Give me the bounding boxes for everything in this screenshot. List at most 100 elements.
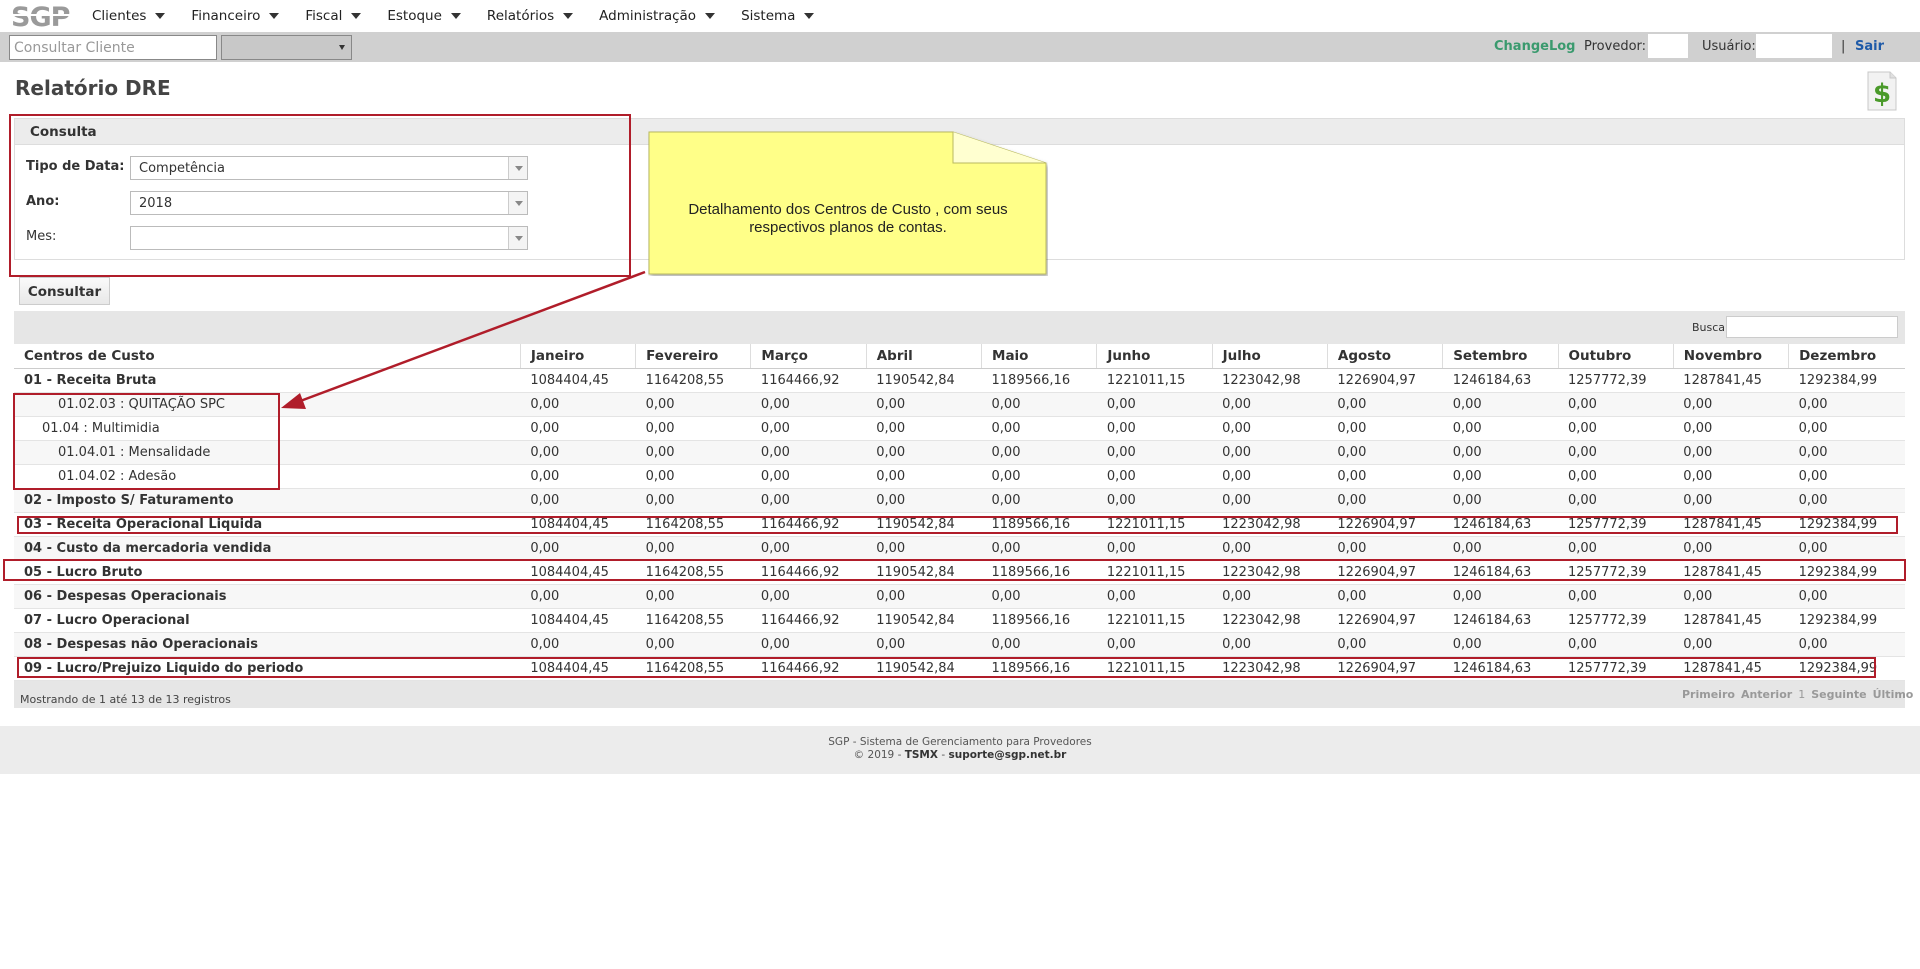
table-row: 01.02.03 : QUITAÇÃO SPC 0,00 0,00 0,00 0,00 0… — [14, 392, 1905, 417]
month-value: 0,00 — [1442, 536, 1558, 561]
col-header-month[interactable]: Junho — [1096, 344, 1213, 369]
month-value: 1292384,99 — [1788, 368, 1905, 393]
page-title: Relatório DRE — [15, 76, 171, 100]
month-value: 0,00 — [1327, 584, 1443, 609]
annotation-box-consulta — [9, 114, 631, 277]
month-value: 0,00 — [866, 416, 982, 441]
pagination-page[interactable]: 1 — [1798, 688, 1805, 701]
col-header-month[interactable]: Julho — [1212, 344, 1328, 369]
month-value: 0,00 — [635, 536, 751, 561]
month-value: 0,00 — [1558, 440, 1674, 465]
table-row: 01.04.02 : Adesão 0,00 0,00 0,00 0,00 0,00 0,0… — [14, 464, 1905, 489]
col-header-month[interactable]: Fevereiro — [635, 344, 752, 369]
menu-label: Clientes — [92, 8, 147, 24]
table-row: 06 - Despesas Operacionais 0,00 0,00 0,00 0,… — [14, 584, 1905, 609]
consultar-button[interactable]: Consultar — [19, 277, 110, 305]
annotation-box-subaccounts — [13, 393, 280, 490]
col-header-centros-custo[interactable]: Centros de Custo — [14, 344, 521, 369]
month-value: 0,00 — [1673, 584, 1789, 609]
search-type-select[interactable] — [221, 35, 352, 60]
menu-label: Sistema — [741, 8, 796, 24]
month-value: 1084404,45 — [520, 368, 636, 393]
month-value: 0,00 — [520, 536, 636, 561]
table-row: 01.04 : Multimidia 0,00 0,00 0,00 0,00 0,00 0,… — [14, 416, 1905, 441]
col-header-month[interactable]: Agosto — [1327, 344, 1444, 369]
col-header-month[interactable]: Dezembro — [1788, 344, 1905, 369]
month-value: 0,00 — [520, 632, 636, 657]
month-value: 0,00 — [1212, 488, 1328, 513]
month-value: 0,00 — [866, 440, 982, 465]
month-value: 0,00 — [981, 488, 1097, 513]
month-value: 0,00 — [1442, 488, 1558, 513]
col-header-month[interactable]: Março — [750, 344, 867, 369]
month-value: 0,00 — [1788, 416, 1905, 441]
col-header-month[interactable]: Maio — [981, 344, 1098, 369]
month-value: 0,00 — [635, 584, 751, 609]
month-value: 0,00 — [866, 392, 982, 417]
month-value: 0,00 — [981, 416, 1097, 441]
month-value: 1257772,39 — [1558, 368, 1674, 393]
month-value: 0,00 — [866, 632, 982, 657]
menu-relatorios[interactable]: Relatórios — [487, 8, 574, 24]
pagination-first[interactable]: Primeiro — [1682, 688, 1735, 701]
col-header-month[interactable]: Setembro — [1442, 344, 1559, 369]
table-row: 01.04.01 : Mensalidade 0,00 0,00 0,00 0,00 0,… — [14, 440, 1905, 465]
menu-label: Fiscal — [305, 8, 343, 24]
month-value: 0,00 — [1212, 464, 1328, 489]
month-value: 0,00 — [520, 440, 636, 465]
dollar-icon[interactable]: $ — [1862, 69, 1900, 113]
pagination-next[interactable]: Seguinte — [1811, 688, 1866, 701]
month-value: 1292384,99 — [1788, 608, 1905, 633]
col-header-month[interactable]: Abril — [866, 344, 983, 369]
pagination-prev[interactable]: Anterior — [1741, 688, 1792, 701]
col-header-month[interactable]: Novembro — [1673, 344, 1790, 369]
menu-clientes[interactable]: Clientes — [92, 8, 166, 24]
menu-fiscal[interactable]: Fiscal — [305, 8, 362, 24]
col-header-month[interactable]: Janeiro — [520, 344, 637, 369]
month-value: 0,00 — [750, 392, 867, 417]
col-header-month[interactable]: Outubro — [1558, 344, 1674, 369]
month-value: 0,00 — [981, 440, 1097, 465]
changelog-link[interactable]: ChangeLog — [1494, 39, 1575, 54]
month-value: 0,00 — [635, 488, 751, 513]
month-value: 0,00 — [1558, 488, 1674, 513]
sticky-note-text: Detalhamento dos Centros de Custo , com … — [688, 201, 1008, 236]
month-value: 1287841,45 — [1673, 368, 1789, 393]
month-value: 0,00 — [981, 464, 1097, 489]
month-value: 0,00 — [866, 584, 982, 609]
menu-sistema[interactable]: Sistema — [741, 8, 815, 24]
annotation-box-row-03 — [17, 516, 1898, 534]
menu-estoque[interactable]: Estoque — [387, 8, 461, 24]
menu-financeiro[interactable]: Financeiro — [191, 8, 280, 24]
menu-administracao[interactable]: Administração — [599, 8, 716, 24]
buscar-input[interactable] — [1726, 316, 1898, 338]
sgp-logo[interactable]: SGP — [10, 1, 80, 31]
usuario-field[interactable] — [1756, 34, 1832, 58]
month-value: 1246184,63 — [1442, 368, 1558, 393]
month-value: 0,00 — [1212, 440, 1328, 465]
provedor-field[interactable] — [1648, 34, 1688, 58]
month-value: 0,00 — [1096, 632, 1213, 657]
month-value: 0,00 — [1673, 416, 1789, 441]
month-value: 1164208,55 — [635, 608, 751, 633]
month-value: 0,00 — [1096, 536, 1213, 561]
month-value: 0,00 — [1558, 632, 1674, 657]
pagination-last[interactable]: Último — [1873, 688, 1914, 701]
table-row: 07 - Lucro Operacional 1084404,45 1164208,… — [14, 608, 1905, 633]
month-value: 0,00 — [866, 488, 982, 513]
month-value: 0,00 — [981, 392, 1097, 417]
month-value: 0,00 — [1788, 536, 1905, 561]
table-row: 04 - Custo da mercadoria vendida 0,00 0,00… — [14, 536, 1905, 561]
consultar-cliente-input[interactable] — [9, 35, 217, 60]
month-value: 0,00 — [1673, 392, 1789, 417]
month-value: 0,00 — [1673, 536, 1789, 561]
month-value: 1084404,45 — [520, 608, 636, 633]
footer-email-link[interactable]: suporte@sgp.net.br — [948, 749, 1066, 761]
month-value: 1223042,98 — [1212, 608, 1328, 633]
sair-link[interactable]: Sair — [1855, 39, 1884, 54]
month-value: 0,00 — [750, 536, 867, 561]
month-value: 0,00 — [1327, 440, 1443, 465]
month-value: 1226904,97 — [1327, 608, 1443, 633]
month-value: 0,00 — [520, 392, 636, 417]
caret-down-icon — [705, 13, 716, 19]
